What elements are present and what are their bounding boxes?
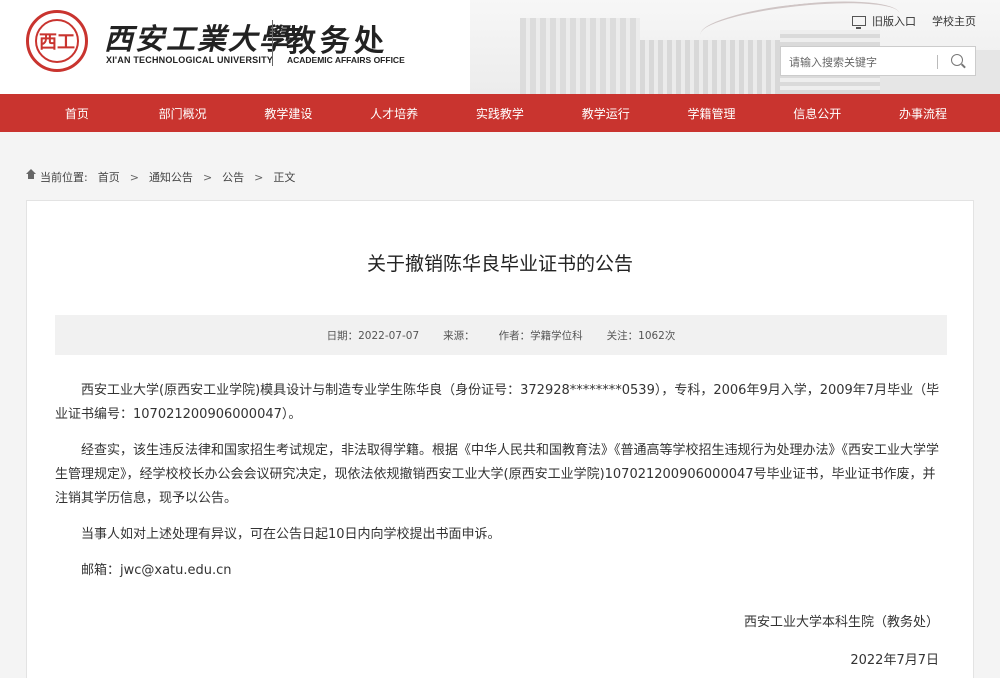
article-sign-date: 2022年7月7日 (850, 653, 939, 668)
seal-inner: 西工 (35, 19, 79, 63)
university-name-en: XI'AN TECHNOLOGICAL UNIVERSITY (106, 55, 273, 65)
breadcrumb-separator: > (254, 170, 264, 184)
department-name-cn[interactable]: 教务处 (286, 16, 388, 60)
article-title: 关于撤销陈华良毕业证书的公告 (366, 253, 633, 275)
article-meta: 日期：2022-07-07 来源： 作者：学籍学位科 关注：1062次 (55, 315, 947, 355)
nav-item-practical-teaching[interactable]: 实践教学 (455, 105, 545, 122)
article-signature: 西安工业大学本科生院（教务处） (743, 615, 939, 630)
search-input[interactable] (789, 53, 929, 71)
logo-divider (272, 20, 273, 66)
breadcrumb-prefix: 当前位置: (40, 171, 88, 184)
article-paragraph: 经查实，该生违反法律和国家招生考试规定，非法取得学籍。根据《中华人民共和国教育法… (55, 443, 940, 506)
site-header: 西工 西安工業大學 XI'AN TECHNOLOGICAL UNIVERSITY… (0, 0, 1000, 94)
main-nav: 首页 部门概况 教学建设 人才培养 实践教学 教学运行 学籍管理 信息公开 办事… (0, 94, 1000, 132)
breadcrumb-notices[interactable]: 通知公告 (149, 169, 193, 185)
search-box (780, 46, 976, 76)
old-version-link[interactable]: 旧版入口 (872, 13, 916, 29)
breadcrumb-announcement[interactable]: 公告 (222, 169, 244, 185)
article-paragraph-email: 邮箱：jwc@xatu.edu.cn (81, 563, 232, 578)
nav-item-information-disclosure[interactable]: 信息公开 (772, 105, 862, 122)
nav-item-home[interactable]: 首页 (32, 105, 122, 122)
top-links: 旧版入口 学校主页 (852, 13, 976, 29)
nav-item-department-overview[interactable]: 部门概况 (138, 105, 228, 122)
seal-text: 西工 (39, 32, 75, 53)
monitor-icon (852, 16, 866, 29)
nav-item-teaching-construction[interactable]: 教学建设 (243, 105, 333, 122)
meta-views: 关注：1062次 (606, 329, 676, 342)
nav-item-procedures[interactable]: 办事流程 (878, 105, 968, 122)
breadcrumb-separator: > (202, 170, 213, 184)
article-paragraph: 西安工业大学(原西安工业学院)模具设计与制造专业学生陈华良（身份证号：37292… (55, 383, 940, 422)
breadcrumb-separator: > (129, 170, 139, 184)
university-name-cn[interactable]: 西安工業大學 (104, 16, 290, 58)
school-homepage-link[interactable]: 学校主页 (932, 13, 976, 29)
article-body: 西安工业大学(原西安工业学院)模具设计与制造专业学生陈华良（身份证号：37292… (55, 379, 947, 595)
department-name-en: ACADEMIC AFFAIRS OFFICE (287, 55, 405, 65)
home-icon (26, 168, 36, 182)
breadcrumb-home[interactable]: 首页 (98, 169, 120, 185)
university-seal-logo[interactable]: 西工 (26, 10, 88, 72)
meta-author: 作者：学籍学位科 (498, 329, 583, 342)
nav-item-talent-cultivation[interactable]: 人才培养 (349, 105, 439, 122)
search-divider (937, 55, 938, 69)
breadcrumb: 当前位置: 首页 > 通知公告 > 公告 > 正文 (26, 168, 296, 185)
breadcrumb-current: 正文 (273, 171, 296, 184)
nav-item-teaching-operation[interactable]: 教学运行 (561, 105, 651, 122)
search-icon[interactable] (951, 54, 963, 66)
campus-building (520, 18, 640, 94)
article-card: 关于撤销陈华良毕业证书的公告 日期：2022-07-07 来源： 作者：学籍学位… (26, 200, 974, 678)
article-paragraph: 当事人如对上述处理有异议，可在公告日起10日内向学校提出书面申诉。 (81, 527, 501, 542)
nav-item-student-status[interactable]: 学籍管理 (666, 105, 756, 122)
meta-date: 日期：2022-07-07 (326, 329, 420, 342)
meta-source: 来源： (443, 329, 475, 342)
